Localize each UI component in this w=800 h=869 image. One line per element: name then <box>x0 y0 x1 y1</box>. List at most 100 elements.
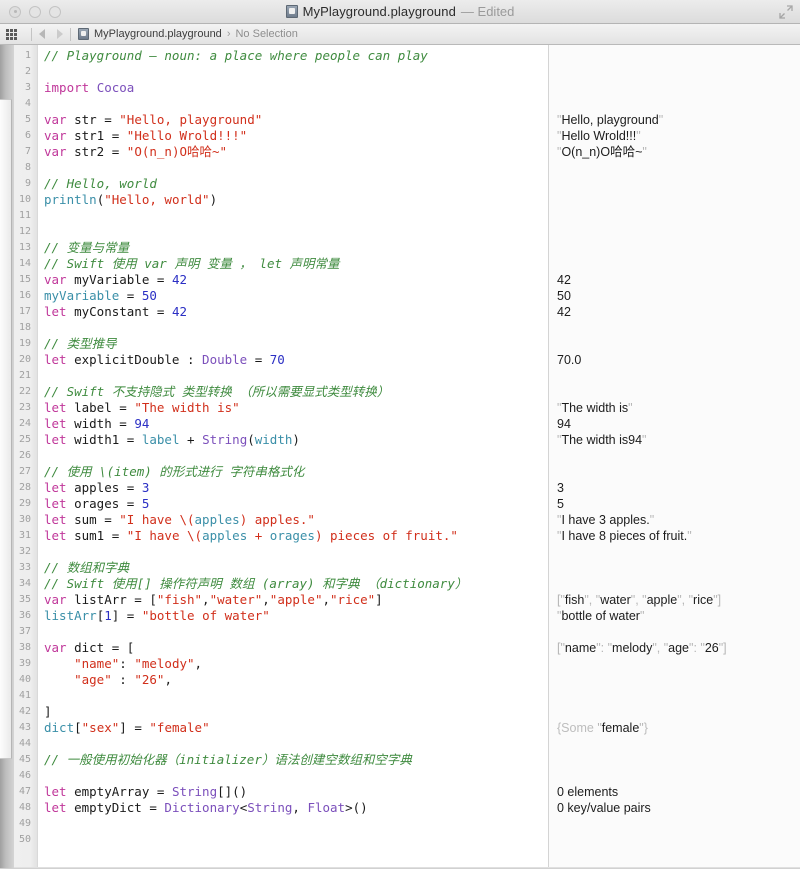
result-line[interactable]: "Hello Wrold!!!" <box>557 128 800 144</box>
code-line[interactable]: var dict = [ <box>44 640 548 656</box>
code-line[interactable] <box>44 448 548 464</box>
code-line[interactable]: dict["sex"] = "female" <box>44 720 548 736</box>
result-line[interactable]: ["name": "melody", "age": "26"] <box>557 640 800 656</box>
zoom-button[interactable] <box>49 5 61 18</box>
result-line[interactable] <box>557 160 800 176</box>
code-line[interactable] <box>44 96 548 112</box>
code-line[interactable]: // 变量与常量 <box>44 240 548 256</box>
code-line[interactable]: let label = "The width is" <box>44 400 548 416</box>
code-line[interactable]: let myConstant = 42 <box>44 304 548 320</box>
result-line[interactable]: "The width is" <box>557 400 800 416</box>
result-line[interactable] <box>557 624 800 640</box>
code-line[interactable]: var myVariable = 42 <box>44 272 548 288</box>
result-line[interactable] <box>557 816 800 832</box>
result-line[interactable]: 42 <box>557 272 800 288</box>
breadcrumb-item-selection[interactable]: No Selection <box>235 28 297 40</box>
result-line[interactable] <box>557 192 800 208</box>
source-code-pane[interactable]: 1 2 3 4 5 6 7 8 9 10 11 12 13 14 15 16 17 18 19 20 21 22 23 24 2… <box>0 45 548 868</box>
code-line[interactable]: import Cocoa <box>44 80 548 96</box>
result-line[interactable] <box>557 368 800 384</box>
code-line[interactable]: listArr[1] = "bottle of water" <box>44 608 548 624</box>
result-line[interactable] <box>557 64 800 80</box>
code-line[interactable]: // 类型推导 <box>44 336 548 352</box>
chevron-right-icon[interactable] <box>57 29 63 39</box>
code-line[interactable]: ] <box>44 704 548 720</box>
code-line[interactable]: let orages = 5 <box>44 496 548 512</box>
result-line[interactable] <box>557 320 800 336</box>
grid-icon[interactable] <box>6 28 17 40</box>
result-line[interactable]: 94 <box>557 416 800 432</box>
result-line[interactable]: 42 <box>557 304 800 320</box>
code-line[interactable]: var str = "Hello, playground" <box>44 112 548 128</box>
results-sidebar[interactable]: "Hello, playground" "Hello Wrold!!!" "O(n_… <box>549 45 800 868</box>
result-line[interactable]: 3 <box>557 480 800 496</box>
expand-arrows-icon[interactable] <box>779 5 793 19</box>
code-line[interactable]: let emptyArray = String[]() <box>44 784 548 800</box>
breadcrumb-item-document[interactable]: MyPlayground.playground <box>94 28 222 40</box>
result-line[interactable] <box>557 384 800 400</box>
code-line[interactable] <box>44 736 548 752</box>
result-line[interactable]: 0 key/value pairs <box>557 800 800 816</box>
code-line[interactable] <box>44 320 548 336</box>
result-line[interactable] <box>557 224 800 240</box>
result-line[interactable] <box>557 656 800 672</box>
result-line[interactable] <box>557 48 800 64</box>
result-line[interactable]: "I have 8 pieces of fruit." <box>557 528 800 544</box>
code-line[interactable]: let apples = 3 <box>44 480 548 496</box>
code-line[interactable] <box>44 816 548 832</box>
result-line[interactable] <box>557 176 800 192</box>
code-line[interactable] <box>44 544 548 560</box>
code-line[interactable] <box>44 832 548 848</box>
result-line[interactable] <box>557 752 800 768</box>
result-line[interactable] <box>557 832 800 848</box>
code-line[interactable]: let width = 94 <box>44 416 548 432</box>
code-line[interactable]: let emptyDict = Dictionary<String, Float… <box>44 800 548 816</box>
chevron-left-icon[interactable] <box>39 29 45 39</box>
result-line[interactable] <box>557 240 800 256</box>
code-line[interactable]: // Swift 不支持隐式 类型转换 （所以需要显式类型转换） <box>44 384 548 400</box>
code-line[interactable]: "name": "melody", <box>44 656 548 672</box>
code-line[interactable]: myVariable = 50 <box>44 288 548 304</box>
result-line[interactable] <box>557 560 800 576</box>
code-line[interactable] <box>44 208 548 224</box>
result-line[interactable]: ["fish", "water", "apple", "rice"] <box>557 592 800 608</box>
result-line[interactable]: "Hello, playground" <box>557 112 800 128</box>
code-line[interactable]: var str1 = "Hello Wrold!!!" <box>44 128 548 144</box>
result-line[interactable] <box>557 464 800 480</box>
close-button[interactable] <box>9 5 21 18</box>
result-line[interactable]: "I have 3 apples." <box>557 512 800 528</box>
minimize-button[interactable] <box>29 5 41 18</box>
result-line[interactable]: "O(n_n)O哈哈~" <box>557 144 800 160</box>
code-line[interactable]: "age" : "26", <box>44 672 548 688</box>
code-line[interactable]: // 使用 \(item) 的形式进行 字符串格式化 <box>44 464 548 480</box>
code-line[interactable]: println("Hello, world") <box>44 192 548 208</box>
code-line[interactable]: var str2 = "O(n_n)O哈哈~" <box>44 144 548 160</box>
code-line[interactable]: let sum1 = "I have \(apples + orages) pi… <box>44 528 548 544</box>
code-line[interactable]: let width1 = label + String(width) <box>44 432 548 448</box>
code-line[interactable] <box>44 688 548 704</box>
code-line[interactable] <box>44 768 548 784</box>
code-line[interactable] <box>44 160 548 176</box>
result-line[interactable] <box>557 96 800 112</box>
result-line[interactable] <box>557 448 800 464</box>
result-line[interactable]: "bottle of water" <box>557 608 800 624</box>
code-line[interactable] <box>44 624 548 640</box>
result-line[interactable]: "The width is94" <box>557 432 800 448</box>
code-line[interactable]: let explicitDouble : Double = 70 <box>44 352 548 368</box>
result-line[interactable] <box>557 80 800 96</box>
result-line[interactable] <box>557 736 800 752</box>
result-line[interactable] <box>557 768 800 784</box>
code-line[interactable]: var listArr = ["fish","water","apple","r… <box>44 592 548 608</box>
result-line[interactable] <box>557 704 800 720</box>
result-line[interactable] <box>557 544 800 560</box>
result-line[interactable]: {Some "female"} <box>557 720 800 736</box>
code-line[interactable]: // Playground — noun: a place where peop… <box>44 48 548 64</box>
result-line[interactable] <box>557 256 800 272</box>
result-line[interactable]: 70.0 <box>557 352 800 368</box>
result-line[interactable] <box>557 576 800 592</box>
code-line[interactable]: // 数组和字典 <box>44 560 548 576</box>
result-line[interactable]: 0 elements <box>557 784 800 800</box>
result-line[interactable] <box>557 672 800 688</box>
code-line[interactable]: // 一般使用初始化器（initializer）语法创建空数组和空字典 <box>44 752 548 768</box>
result-line[interactable]: 50 <box>557 288 800 304</box>
